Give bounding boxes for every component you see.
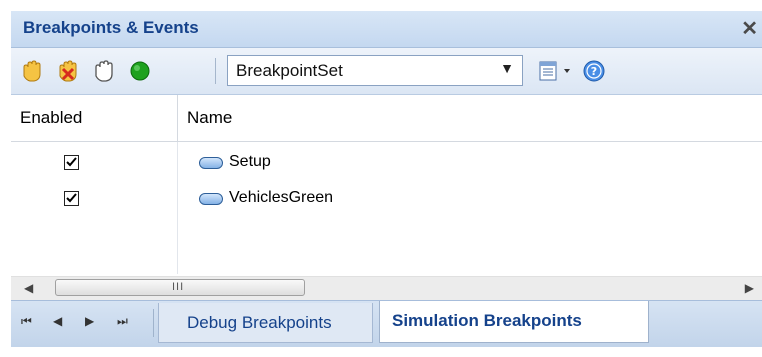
table-row[interactable]: VehiclesGreen xyxy=(11,188,762,212)
close-icon[interactable]: ✕ xyxy=(741,16,758,41)
enabled-checkbox[interactable] xyxy=(64,191,79,206)
breakpoint-name: VehiclesGreen xyxy=(229,189,334,206)
hand-icon[interactable] xyxy=(19,59,45,83)
hand-delete-icon[interactable] xyxy=(55,59,81,83)
green-dot-icon[interactable] xyxy=(127,59,153,83)
first-tab-icon[interactable]: ⏮ xyxy=(21,314,32,329)
grip-icon: III xyxy=(172,281,185,293)
table-row[interactable]: Setup xyxy=(11,152,762,176)
svg-text:?: ? xyxy=(591,65,597,78)
tab-nav-separator xyxy=(153,309,154,337)
scroll-left-icon[interactable]: ◀ xyxy=(24,281,33,295)
help-icon[interactable]: ? xyxy=(581,59,607,83)
tab-simulation-breakpoints[interactable]: Simulation Breakpoints xyxy=(379,301,649,343)
list-icon[interactable] xyxy=(536,59,576,83)
scrollbar-thumb[interactable]: III xyxy=(55,279,305,296)
last-tab-icon[interactable]: ⏭ xyxy=(117,314,128,329)
breakpoint-set-value: BreakpointSet xyxy=(236,61,343,80)
column-header-enabled[interactable]: Enabled xyxy=(11,95,178,141)
tab-debug-breakpoints[interactable]: Debug Breakpoints xyxy=(158,303,373,343)
enabled-checkbox[interactable] xyxy=(64,155,79,170)
title-bar: Breakpoints & Events ✕ xyxy=(11,11,762,48)
list-header: Enabled Name xyxy=(11,95,762,142)
toolbar: BreakpointSet ▼ ? xyxy=(11,48,762,95)
column-header-name-label: Name xyxy=(187,108,233,127)
tab-debug-label: Debug Breakpoints xyxy=(187,313,332,332)
toolbar-separator xyxy=(215,58,216,84)
breakpoint-list: Setup VehiclesGreen xyxy=(11,142,762,274)
prev-tab-icon[interactable]: ◀ xyxy=(53,314,62,328)
horizontal-scrollbar[interactable]: ◀ III ▶ xyxy=(11,276,762,300)
breakpoint-name: Setup xyxy=(229,153,271,170)
column-header-enabled-label: Enabled xyxy=(20,108,83,127)
breakpoint-icon xyxy=(199,193,223,205)
chevron-down-icon: ▼ xyxy=(500,60,514,76)
next-tab-icon[interactable]: ▶ xyxy=(85,314,94,328)
breakpoints-events-panel: Breakpoints & Events ✕ BreakpointSet ▼ ?… xyxy=(0,0,762,357)
tab-strip: ⏮ ◀ ▶ ⏭ Debug Breakpoints Simulation Bre… xyxy=(11,300,762,347)
panel-title: Breakpoints & Events xyxy=(23,18,199,37)
scroll-right-icon[interactable]: ▶ xyxy=(745,281,754,295)
breakpoint-set-select[interactable]: BreakpointSet ▼ xyxy=(227,55,523,86)
breakpoint-icon xyxy=(199,157,223,169)
hand-outline-icon[interactable] xyxy=(91,59,117,83)
tab-simulation-label: Simulation Breakpoints xyxy=(392,311,582,330)
